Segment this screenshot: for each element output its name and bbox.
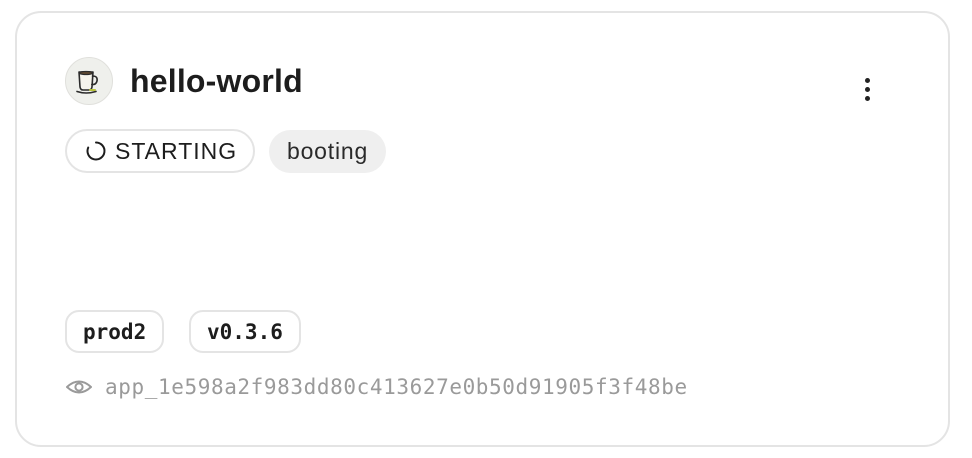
app-id-row: app_1e598a2f983dd80c413627e0b50d91905f3f… (65, 371, 688, 403)
eye-icon (65, 377, 93, 397)
phase-badge: booting (269, 130, 387, 173)
more-vertical-icon (864, 77, 870, 83)
app-id: app_1e598a2f983dd80c413627e0b50d91905f3f… (105, 375, 688, 399)
more-options-button[interactable] (849, 69, 885, 109)
status-badge: STARTING (65, 129, 256, 173)
more-vertical-icon-dot (864, 86, 870, 92)
version-tag: v0.3.6 (189, 310, 301, 353)
app-card[interactable]: hello-world STARTING booting prod2 v0.3.… (15, 11, 950, 447)
spinner-icon (85, 140, 107, 162)
more-vertical-icon-dot (864, 95, 870, 101)
environment-tag: prod2 (65, 310, 165, 353)
app-name[interactable]: hello-world (130, 61, 303, 101)
coffee-cup-icon (65, 57, 113, 105)
status-label: STARTING (115, 137, 238, 164)
